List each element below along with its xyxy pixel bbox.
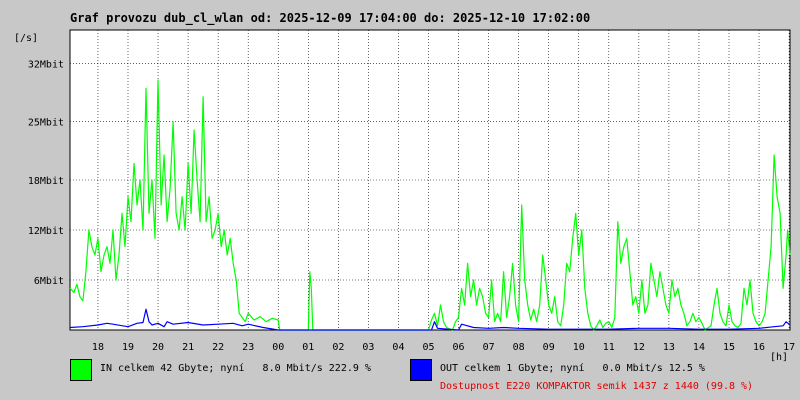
x-tick-label: 18 [92,342,104,353]
x-tick-label: 19 [122,342,134,353]
legend-in-swatch [70,359,92,381]
x-tick-label: 14 [693,342,705,353]
x-axis-unit: [h] [770,352,788,363]
x-tick-label: 01 [302,342,314,353]
x-tick-label: 03 [362,342,374,353]
x-tick-label: 15 [723,342,735,353]
availability-text: Dostupnost E220 KOMPAKTOR semik 1437 z 1… [440,381,754,392]
x-tick-label: 12 [633,342,645,353]
x-tick-label: 16 [753,342,765,353]
y-tick-label: 25Mbit [28,118,64,129]
x-tick-label: 13 [663,342,675,353]
legend-out-swatch [410,359,432,381]
x-tick-label: 11 [603,342,615,353]
x-tick-label: 08 [513,342,525,353]
x-tick-label: 10 [573,342,585,353]
legend-out-text: OUT celkem 1 Gbyte; nyní 0.0 Mbit/s 12.5… [440,363,705,374]
y-tick-label: 6Mbit [34,276,64,287]
x-tick-label: 02 [332,342,344,353]
y-tick-label: 12Mbit [28,226,64,237]
x-tick-label: 00 [272,342,284,353]
x-tick-label: 21 [182,342,194,353]
x-tick-label: 17 [783,342,795,353]
chart-title: Graf provozu dub_cl_wlan od: 2025-12-09 … [70,11,590,26]
x-tick-label: 23 [242,342,254,353]
x-tick-label: 06 [453,342,465,353]
y-tick-label: 32Mbit [28,59,64,70]
x-tick-label: 22 [212,342,224,353]
x-tick-label: 04 [392,342,404,353]
y-tick-label: 18Mbit [28,176,64,187]
x-tick-label: 05 [422,342,434,353]
x-tick-label: 09 [543,342,555,353]
chart: Graf provozu dub_cl_wlan od: 2025-12-09 … [14,11,795,363]
x-tick-label: 07 [483,342,495,353]
x-tick-label: 20 [152,342,164,353]
y-axis-unit: [/s] [14,33,38,44]
y-axis-ticks: 6Mbit 12Mbit 18Mbit 25Mbit 32Mbit [28,59,64,287]
x-axis-ticks: 18 19 20 21 22 23 00 01 02 03 04 05 06 07 08 09 10 11 12 13… [92,342,795,353]
legend-in-text: IN celkem 42 Gbyte; nyní 8.0 Mbit/s 222.… [100,363,371,374]
